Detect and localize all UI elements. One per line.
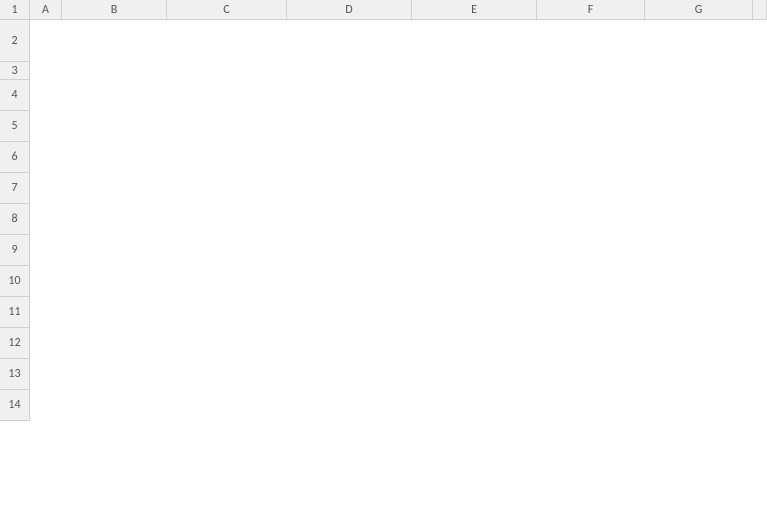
row-header-10[interactable]: 10 [0, 266, 30, 297]
row-header-4[interactable]: 4 [0, 80, 30, 111]
row-header-7[interactable]: 7 [0, 173, 30, 204]
row-header-11[interactable]: 11 [0, 297, 30, 328]
column-header-A[interactable]: A [30, 0, 62, 20]
row-header-9[interactable]: 9 [0, 235, 30, 266]
column-header-G[interactable]: G [645, 0, 753, 20]
column-header-extra[interactable] [753, 0, 767, 20]
spreadsheet-grid[interactable]: ABCDEFG1234567891011121314 [0, 0, 767, 421]
row-header-5[interactable]: 5 [0, 111, 30, 142]
column-header-D[interactable]: D [287, 0, 412, 20]
column-header-F[interactable]: F [537, 0, 645, 20]
row-header-2[interactable]: 2 [0, 20, 30, 62]
row-header-1[interactable]: 1 [0, 0, 30, 20]
column-header-B[interactable]: B [62, 0, 167, 20]
row-header-14[interactable]: 14 [0, 390, 30, 421]
column-header-C[interactable]: C [167, 0, 287, 20]
row-header-3[interactable]: 3 [0, 62, 30, 80]
row-header-13[interactable]: 13 [0, 359, 30, 390]
row-header-12[interactable]: 12 [0, 328, 30, 359]
row-header-6[interactable]: 6 [0, 142, 30, 173]
row-header-8[interactable]: 8 [0, 204, 30, 235]
column-header-E[interactable]: E [412, 0, 537, 20]
